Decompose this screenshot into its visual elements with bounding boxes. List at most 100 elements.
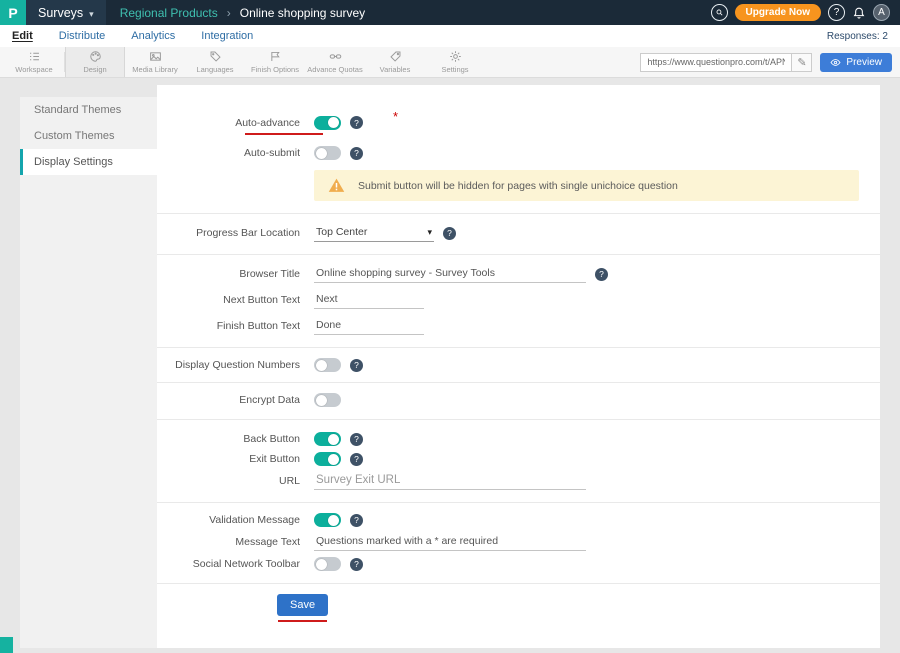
auto-submit-label: Auto-submit bbox=[157, 147, 314, 159]
validation-message-label: Validation Message bbox=[157, 514, 314, 526]
preview-button[interactable]: Preview bbox=[820, 53, 892, 72]
finish-button-text-input[interactable] bbox=[314, 317, 424, 335]
design-toolbar: Workspace Design Media Library Languages… bbox=[0, 47, 900, 78]
next-button-text-label: Next Button Text bbox=[157, 294, 314, 306]
tool-languages[interactable]: Languages bbox=[185, 47, 245, 77]
help-icon[interactable] bbox=[350, 116, 363, 129]
progress-bar-location-select[interactable]: Top Center bbox=[314, 224, 434, 242]
upgrade-now-button[interactable]: Upgrade Now bbox=[735, 4, 821, 21]
workspace-icon bbox=[28, 50, 41, 63]
validation-message-toggle[interactable] bbox=[314, 513, 341, 527]
social-network-toolbar-toggle[interactable] bbox=[314, 557, 341, 571]
encrypt-data-toggle[interactable] bbox=[314, 393, 341, 407]
nav-tab-distribute[interactable]: Distribute bbox=[59, 30, 105, 42]
help-icon[interactable] bbox=[350, 359, 363, 372]
exit-url-label: URL bbox=[157, 475, 314, 487]
setting-row-social-network-toolbar: Social Network Toolbar bbox=[157, 557, 880, 571]
help-icon[interactable] bbox=[350, 433, 363, 446]
help-icon[interactable] bbox=[443, 227, 456, 240]
tool-label: Languages bbox=[196, 65, 233, 74]
auto-submit-toggle[interactable] bbox=[314, 146, 341, 160]
setting-row-auto-advance: Auto-advance bbox=[157, 115, 880, 130]
save-button-annotated: Save bbox=[277, 594, 328, 616]
top-bar: P Surveys Regional Products Online shopp… bbox=[0, 0, 900, 25]
setting-row-exit-url: URL bbox=[157, 472, 880, 490]
edit-url-pencil-icon[interactable] bbox=[791, 54, 811, 71]
flag-icon bbox=[269, 50, 282, 63]
section-divider bbox=[157, 583, 880, 584]
questionpro-logo[interactable]: P bbox=[0, 0, 26, 25]
search-icon bbox=[715, 8, 724, 17]
browser-title-label: Browser Title bbox=[157, 268, 314, 280]
setting-row-exit-button: Exit Button bbox=[157, 452, 880, 466]
auto-advance-toggle[interactable] bbox=[314, 116, 341, 130]
eye-icon bbox=[830, 57, 841, 68]
tool-advance-quotas[interactable]: Advance Quotas bbox=[305, 47, 365, 77]
setting-row-finish-button-text: Finish Button Text bbox=[157, 317, 880, 335]
back-button-toggle[interactable] bbox=[314, 432, 341, 446]
section-divider bbox=[157, 347, 880, 348]
survey-url-box bbox=[640, 53, 812, 72]
setting-row-validation-message: Validation Message bbox=[157, 513, 880, 527]
tool-media-library[interactable]: Media Library bbox=[125, 47, 185, 77]
sidebar-item-custom-themes[interactable]: Custom Themes bbox=[20, 123, 157, 149]
setting-row-browser-title: Browser Title bbox=[157, 265, 880, 283]
display-question-numbers-label: Display Question Numbers bbox=[157, 359, 314, 371]
tool-label: Finish Options bbox=[251, 65, 299, 74]
section-divider bbox=[157, 382, 880, 383]
breadcrumb-survey-group[interactable]: Regional Products bbox=[120, 6, 218, 20]
warning-text: Submit button will be hidden for pages w… bbox=[358, 180, 678, 192]
feedback-tab[interactable] bbox=[0, 637, 13, 653]
next-button-text-input[interactable] bbox=[314, 291, 424, 309]
help-icon[interactable] bbox=[350, 147, 363, 160]
help-icon[interactable] bbox=[350, 453, 363, 466]
exit-url-input[interactable] bbox=[314, 472, 586, 490]
progress-bar-location-value: Top Center bbox=[316, 226, 367, 238]
surveys-menu[interactable]: Surveys bbox=[26, 0, 106, 25]
tool-workspace[interactable]: Workspace bbox=[4, 47, 64, 77]
surveys-label: Surveys bbox=[38, 6, 83, 20]
tool-settings[interactable]: Settings bbox=[425, 47, 485, 77]
avatar[interactable]: A bbox=[873, 4, 890, 21]
social-network-toolbar-label: Social Network Toolbar bbox=[157, 558, 314, 570]
message-text-input[interactable] bbox=[314, 533, 586, 551]
help-icon[interactable] bbox=[595, 268, 608, 281]
progress-bar-location-label: Progress Bar Location bbox=[157, 227, 314, 239]
help-icon[interactable] bbox=[350, 514, 363, 527]
tag-icon bbox=[209, 50, 222, 63]
responses-count[interactable]: Responses: 2 bbox=[827, 31, 888, 42]
tool-variables[interactable]: Variables bbox=[365, 47, 425, 77]
tool-label: Workspace bbox=[15, 65, 52, 74]
finish-button-text-label: Finish Button Text bbox=[157, 320, 314, 332]
help-icon[interactable] bbox=[350, 558, 363, 571]
tool-finish-options[interactable]: Finish Options bbox=[245, 47, 305, 77]
setting-row-progress-bar: Progress Bar Location Top Center bbox=[157, 224, 880, 242]
sidebar-item-display-settings[interactable]: Display Settings bbox=[20, 149, 157, 175]
help-button[interactable]: ? bbox=[828, 4, 845, 21]
tool-design[interactable]: Design bbox=[65, 47, 125, 77]
browser-title-input[interactable] bbox=[314, 265, 586, 283]
link-icon bbox=[329, 50, 342, 63]
warning-triangle-icon bbox=[328, 177, 345, 194]
tool-label: Advance Quotas bbox=[307, 65, 362, 74]
display-question-numbers-toggle[interactable] bbox=[314, 358, 341, 372]
back-button-label: Back Button bbox=[157, 433, 314, 445]
nav-tab-integration[interactable]: Integration bbox=[201, 30, 253, 42]
setting-row-next-button-text: Next Button Text bbox=[157, 291, 880, 309]
chevron-down-icon bbox=[89, 6, 94, 20]
auto-submit-warning: Submit button will be hidden for pages w… bbox=[314, 170, 859, 201]
sidebar-item-standard-themes[interactable]: Standard Themes bbox=[20, 97, 157, 123]
auto-advance-label: Auto-advance bbox=[157, 117, 314, 129]
variables-tag-icon bbox=[389, 50, 402, 63]
palette-icon bbox=[89, 50, 102, 63]
exit-button-toggle[interactable] bbox=[314, 452, 341, 466]
bell-icon[interactable] bbox=[852, 6, 866, 20]
breadcrumb: Regional Products Online shopping survey bbox=[120, 6, 365, 20]
nav-tab-analytics[interactable]: Analytics bbox=[131, 30, 175, 42]
save-button[interactable]: Save bbox=[277, 594, 328, 616]
setting-row-display-question-numbers: Display Question Numbers bbox=[157, 358, 880, 372]
nav-tab-edit[interactable]: Edit bbox=[12, 30, 33, 42]
section-nav: Edit Distribute Analytics Integration Re… bbox=[0, 25, 900, 47]
search-button[interactable] bbox=[711, 4, 728, 21]
survey-url-input[interactable] bbox=[641, 57, 791, 67]
